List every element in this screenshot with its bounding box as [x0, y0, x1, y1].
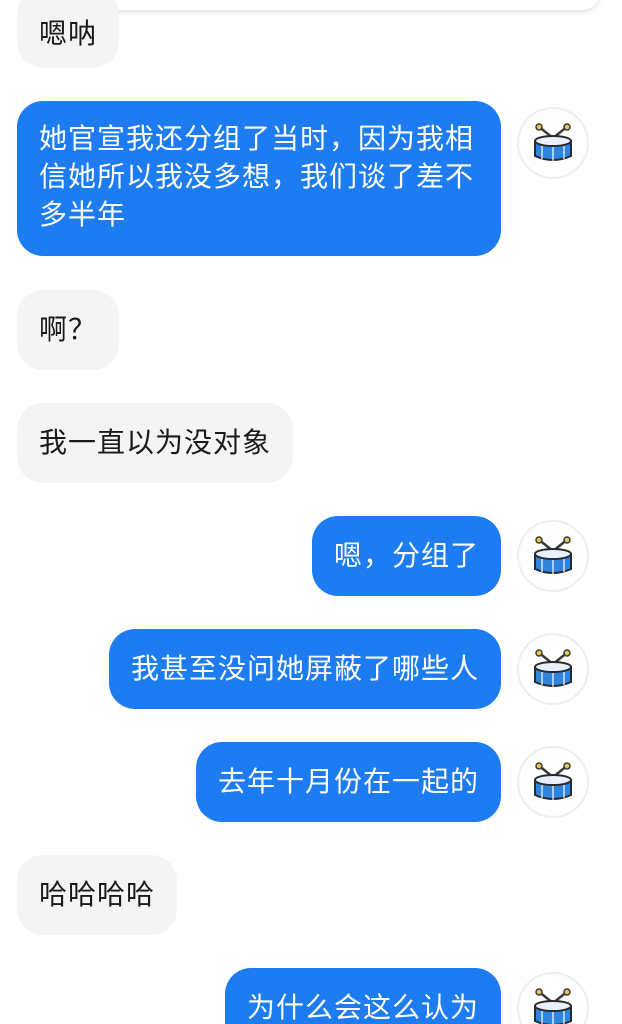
message-bubble-outgoing[interactable]: 为什么会这么认为 [224, 968, 501, 1024]
message-bubble-incoming[interactable]: 我一直以为没对象 [17, 403, 294, 483]
avatar[interactable] [517, 633, 589, 705]
message-bubble-outgoing[interactable]: 我甚至没问她屏蔽了哪些人 [108, 629, 501, 709]
top-bar [40, 0, 600, 10]
drum-icon [530, 985, 576, 1024]
message-bubble-incoming[interactable]: 嗯呐 [17, 0, 120, 68]
message-bubble-outgoing[interactable]: 她官宣我还分组了当时，因为我相信她所以我没多想，我们谈了差不多半年 [17, 101, 501, 256]
message-bubble-incoming[interactable]: 啊？ [17, 290, 120, 370]
chat-screen: 嗯呐 她官宣我还分组了当时，因为我相信她所以我没多想，我们谈了差不多半年 啊？ … [0, 0, 622, 1024]
message-bubble-outgoing[interactable]: 去年十月份在一起的 [195, 742, 501, 822]
drum-icon [530, 533, 576, 579]
message-bubble-outgoing[interactable]: 嗯，分组了 [311, 516, 501, 596]
avatar[interactable] [517, 972, 589, 1024]
message-bubble-incoming[interactable]: 哈哈哈哈 [17, 855, 178, 935]
drum-icon [530, 759, 576, 805]
avatar[interactable] [517, 107, 589, 179]
avatar[interactable] [517, 520, 589, 592]
drum-icon [530, 646, 576, 692]
drum-icon [530, 120, 576, 166]
avatar[interactable] [517, 746, 589, 818]
